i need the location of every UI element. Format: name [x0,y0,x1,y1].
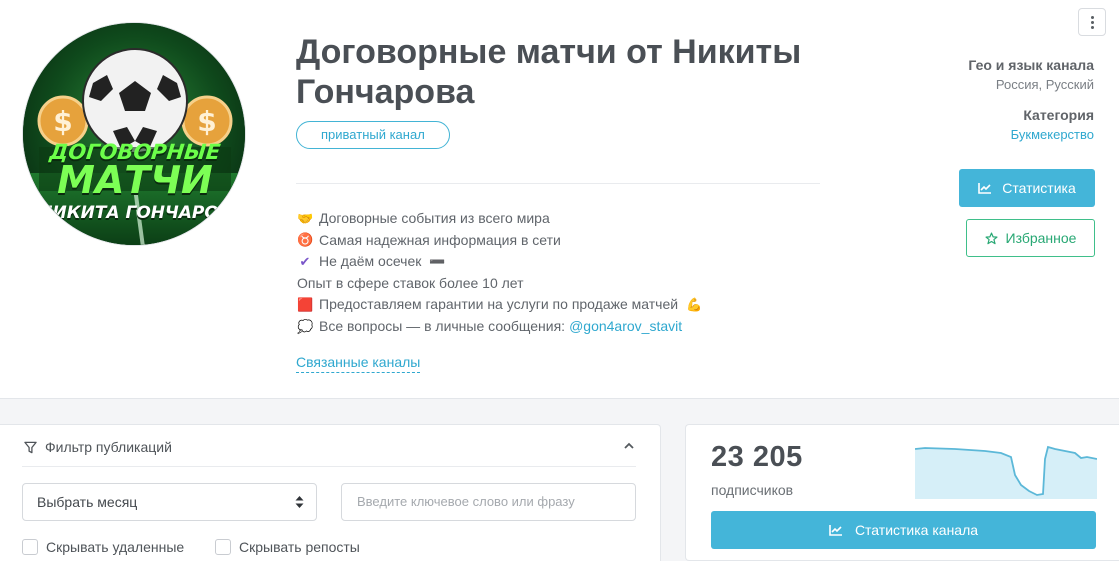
hide-deleted-checkbox[interactable]: Скрывать удаленные [22,539,184,555]
publication-filter-panel: Фильтр публикаций Выбрать месяц Введите … [0,424,661,561]
statistics-button[interactable]: Статистика [959,169,1095,207]
category-link[interactable]: Букмекерство [1011,127,1094,142]
channel-title: Договорные матчи от Никиты Гончарова [296,33,802,111]
favorite-button[interactable]: Избранное [966,219,1095,257]
subscribers-sparkline [915,445,1097,499]
sort-arrows-icon [295,496,304,508]
avatar-title-bottom: НИКИТА ГОНЧАРОВ [38,203,232,223]
private-channel-badge: приватный канал [296,121,450,149]
chevron-up-icon[interactable] [622,439,636,453]
avatar-title-mid: МАТЧИ [57,158,213,202]
keyword-search-input[interactable]: Введите ключевое слово или фразу [341,483,636,521]
description-line: Опыт в сфере ставок более 10 лет [297,274,524,291]
star-icon [985,231,998,244]
channel-description: 🤝 Договорные события из всего мира ♉ Сам… [297,208,817,338]
chart-line-icon [978,183,992,194]
checkbox-box[interactable] [215,539,231,555]
svg-text:$: $ [53,105,72,138]
red-square-icon: 🟥 [297,297,314,313]
description-line: 🤝 Договорные события из всего мира [297,210,550,226]
channel-avatar: $ $ ДОГОВОРНЫЕ МАТЧИ НИКИТА ГОНЧАРОВ [22,22,246,246]
description-line: ♉ Самая надежная информация в сети [297,231,561,248]
flexed-biceps-icon: 💪 [686,297,703,313]
svg-text:$: $ [197,105,216,138]
description-line: 💭 Все вопросы — в личные сообщения: @gon… [297,316,817,338]
channel-header: $ $ ДОГОВОРНЫЕ МАТЧИ НИКИТА ГОНЧАРОВ Дог… [0,0,1119,399]
minus-icon: ➖ [429,253,446,269]
subscribers-label: подписчиков [711,482,794,498]
channel-statistics-button[interactable]: Статистика канала [711,511,1096,549]
filter-icon [24,441,37,453]
subscribers-count: 23 205 [711,441,803,473]
thought-balloon-icon: 💭 [297,318,314,334]
checkbox-box[interactable] [22,539,38,555]
divider [296,183,820,184]
filter-header[interactable]: Фильтр публикаций [24,439,172,455]
more-options-button[interactable] [1078,8,1106,36]
handshake-icon: 🤝 [297,210,314,226]
category-label: Категория [1023,107,1094,123]
contact-link[interactable]: @gon4arov_stavit [569,316,682,338]
chart-line-icon [829,525,842,536]
check-mark-icon: ✔ [299,253,311,269]
month-select[interactable]: Выбрать месяц [22,483,317,521]
hide-reposts-checkbox[interactable]: Скрывать репосты [215,539,360,555]
subscribers-card: 23 205 подписчиков Статистика канала [685,424,1119,561]
related-channels-link[interactable]: Связанные каналы [296,354,421,373]
divider [22,466,636,467]
description-line: ✔ Не даём осечек ➖ [297,251,817,273]
description-line: 🟥 Предоставляем гарантии на услуги по пр… [297,296,703,313]
taurus-icon: ♉ [297,232,314,248]
more-vertical-icon [1091,16,1094,19]
geo-label: Гео и язык канала [968,57,1094,73]
geo-value: Россия, Русский [995,77,1094,92]
